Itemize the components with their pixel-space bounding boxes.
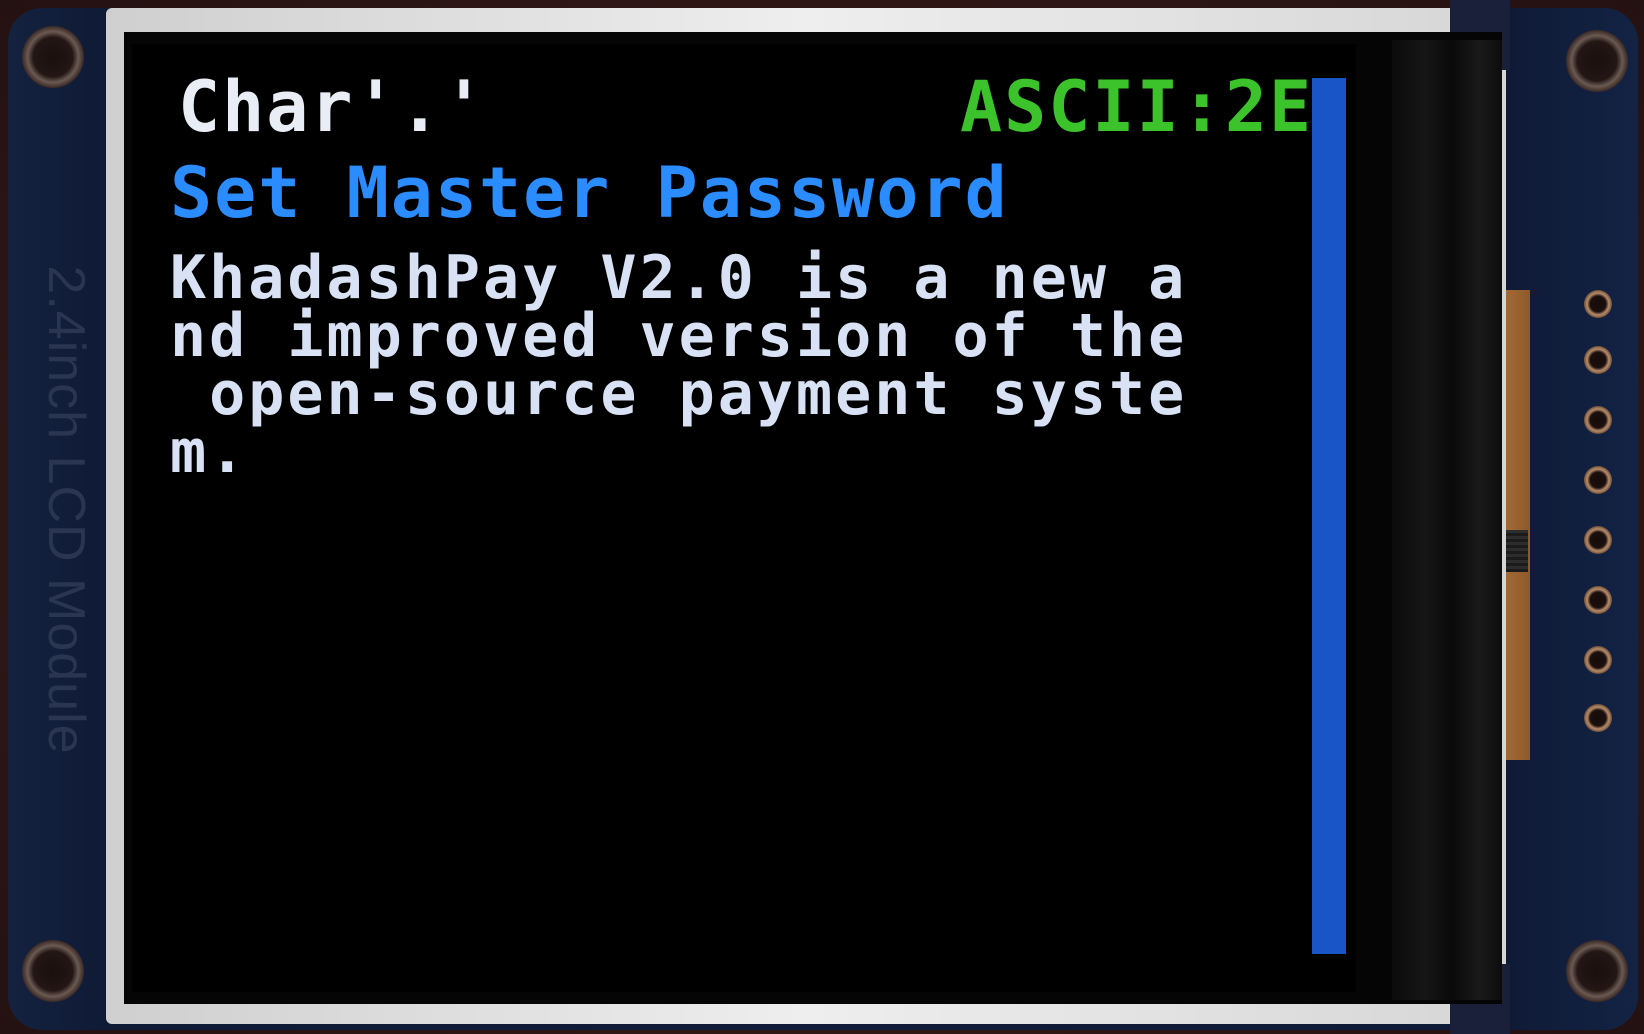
scrollbar[interactable] <box>1312 78 1346 954</box>
ascii-code-indicator: ASCII:2E <box>960 66 1314 148</box>
mounting-hole-top-left <box>22 26 84 88</box>
header-pin <box>1584 290 1612 318</box>
header-pin <box>1584 346 1612 374</box>
char-indicator: Char'.' <box>178 66 488 148</box>
header-pin <box>1584 586 1612 614</box>
header-pin <box>1584 704 1612 732</box>
display-glass-edge <box>1392 40 1502 1000</box>
photo-stage: 2.4inch LCD Module Char'.' ASCII:2E Set … <box>0 0 1644 1034</box>
header-pin <box>1584 466 1612 494</box>
header-pin <box>1584 526 1612 554</box>
body-text-line: KhadashPay V2.0 is a new a <box>170 243 1188 313</box>
screen-title: Set Master Password <box>170 152 1009 234</box>
header-pin <box>1584 646 1612 674</box>
silkscreen-label: 2.4inch LCD Module <box>37 265 95 755</box>
mounting-hole-bottom-left <box>22 940 84 1002</box>
mounting-hole-top-right <box>1566 30 1628 92</box>
body-text-line: m. <box>170 417 249 487</box>
header-pin <box>1584 406 1612 434</box>
mounting-hole-bottom-right <box>1566 940 1628 1002</box>
body-text-line: nd improved version of the <box>170 301 1188 371</box>
body-text-line: open-source payment syste <box>170 359 1188 429</box>
